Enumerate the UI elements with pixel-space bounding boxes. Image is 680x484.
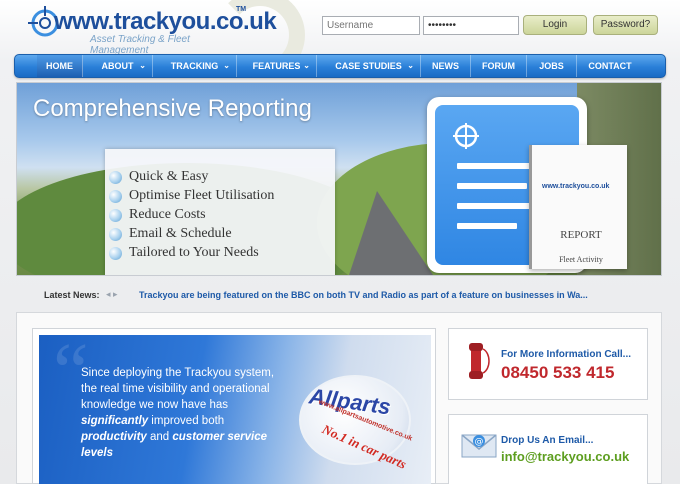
email-card[interactable]: @ Drop Us An Email... info@trackyou.co.u… — [448, 414, 648, 484]
svg-text:@: @ — [475, 437, 484, 447]
bullet-icon — [109, 247, 122, 260]
news-nav-arrows-icon[interactable]: ◂ ▸ — [106, 289, 118, 300]
nav-item-tracking[interactable]: TRACKING ⌄ — [153, 55, 237, 77]
chevron-down-icon: ⌄ — [407, 61, 414, 70]
email-address-link[interactable]: info@trackyou.co.uk — [501, 449, 629, 464]
nav-item-contact[interactable]: CONTACT — [577, 55, 643, 77]
nav-item-features[interactable]: FEATURES ⌄ — [237, 55, 317, 77]
hero-banner[interactable]: Comprehensive Reporting Quick & Easy Opt… — [16, 82, 662, 276]
bullet-icon — [109, 171, 122, 184]
forgot-password-button[interactable]: Password? — [593, 15, 658, 35]
main-nav: HOME ABOUT ⌄ TRACKING ⌄ FEATURES ⌄ CASE … — [14, 54, 666, 78]
nav-item-about[interactable]: ABOUT ⌄ — [83, 55, 153, 77]
feature-label: Reduce Costs — [129, 207, 206, 222]
doc-line — [457, 183, 527, 189]
nav-label: TRACKING — [170, 61, 219, 71]
phone-number[interactable]: 08450 533 415 — [501, 363, 614, 383]
target-icon — [453, 123, 479, 149]
call-title: For More Information Call... — [501, 349, 632, 360]
nav-label: ABOUT — [101, 61, 134, 71]
bullet-icon — [109, 209, 122, 222]
nav-item-home[interactable]: HOME — [37, 55, 83, 77]
bullet-icon — [109, 228, 122, 241]
nav-label: JOBS — [539, 61, 564, 71]
feature-list: Quick & Easy Optimise Fleet Utilisation … — [105, 149, 335, 275]
testimonial-card[interactable]: “ Since deploying the Trackyou system, t… — [32, 328, 436, 484]
hero-road — [347, 191, 437, 275]
feature-label: Tailored to Your Needs — [129, 245, 259, 260]
news-label: Latest News: — [44, 290, 100, 300]
feature-item: Tailored to Your Needs — [109, 245, 259, 263]
nav-label: CASE STUDIES — [335, 61, 402, 71]
chevron-down-icon: ⌄ — [139, 61, 146, 70]
nav-item-forum[interactable]: FORUM — [471, 55, 527, 77]
logo-trademark: TM — [236, 6, 247, 13]
feature-label: Optimise Fleet Utilisation — [129, 188, 275, 203]
feature-label: Email & Schedule — [129, 226, 232, 241]
email-title: Drop Us An Email... — [501, 435, 594, 446]
site-logo[interactable]: www.trackyou.co.uk TM Asset Tracking & F… — [28, 4, 277, 56]
report-booklet: www.trackyou.co.uk REPORT Fleet Activity — [529, 145, 627, 269]
nav-item-news[interactable]: NEWS — [421, 55, 471, 77]
news-headline-link[interactable]: Trackyou are being featured on the BBC o… — [139, 290, 588, 300]
nav-label: CONTACT — [588, 61, 632, 71]
nav-label: FEATURES — [252, 61, 301, 71]
report-subtitle: Fleet Activity — [559, 255, 603, 264]
hero-title: Comprehensive Reporting — [33, 95, 312, 122]
feature-item: Quick & Easy — [109, 169, 209, 187]
feature-item: Email & Schedule — [109, 226, 232, 244]
nav-item-jobs[interactable]: JOBS — [527, 55, 577, 77]
chevron-down-icon: ⌄ — [223, 61, 230, 70]
chevron-down-icon: ⌄ — [303, 61, 310, 70]
feature-item: Reduce Costs — [109, 207, 206, 225]
email-icon: @ — [461, 434, 497, 458]
feature-item: Optimise Fleet Utilisation — [109, 188, 275, 206]
report-title: REPORT — [560, 229, 602, 241]
password-input[interactable] — [423, 16, 519, 35]
doc-line — [457, 223, 517, 229]
nav-label: HOME — [46, 61, 73, 71]
testimonial-quote: Since deploying the Trackyou system, the… — [81, 367, 275, 459]
logo-tagline: Asset Tracking & Fleet Management — [90, 34, 190, 56]
nav-label: NEWS — [432, 61, 459, 71]
username-input[interactable] — [322, 16, 420, 35]
nav-item-case-studies[interactable]: CASE STUDIES ⌄ — [317, 55, 421, 77]
report-logo: www.trackyou.co.uk — [542, 183, 610, 190]
allparts-logo: Allparts www.allpartsautomotive.co.uk No… — [295, 375, 415, 483]
bullet-icon — [109, 190, 122, 203]
nav-label: FORUM — [482, 61, 515, 71]
feature-label: Quick & Easy — [129, 169, 209, 184]
login-button[interactable]: Login — [523, 15, 587, 35]
phone-icon — [469, 343, 490, 379]
call-card[interactable]: For More Information Call... 08450 533 4… — [448, 328, 648, 400]
